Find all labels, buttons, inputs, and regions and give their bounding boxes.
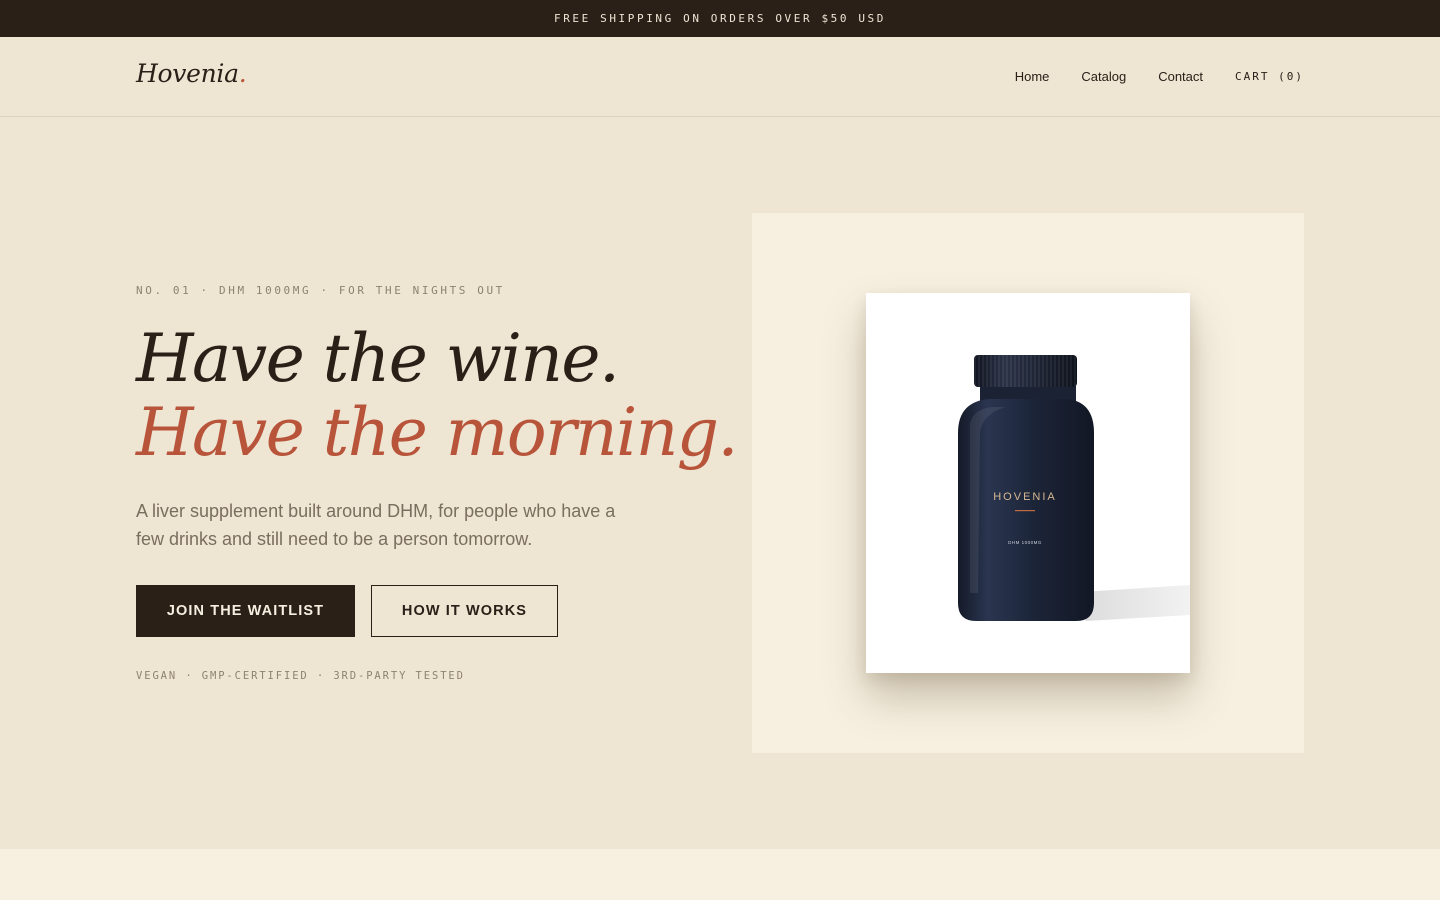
supplement-bottle-illustration: HOVENIA DHM 1000MG xyxy=(958,355,1190,621)
product-image-panel: HOVENIA DHM 1000MG xyxy=(752,213,1304,753)
brand-logo[interactable]: Hovenia. xyxy=(136,59,247,88)
how-it-works-button[interactable]: HOW IT WORKS xyxy=(371,585,558,637)
logo-dot: . xyxy=(238,59,247,88)
product-image: HOVENIA DHM 1000MG xyxy=(866,293,1190,673)
headline-line-1: Have the wine. xyxy=(136,320,620,397)
logo-text: Hovenia xyxy=(136,59,239,88)
hero-eyebrow: NO. 01 · DHM 1000MG · FOR THE NIGHTS OUT xyxy=(136,284,505,297)
announcement-bar: FREE SHIPPING ON ORDERS OVER $50 USD xyxy=(0,0,1440,37)
announcement-text: FREE SHIPPING ON ORDERS OVER $50 USD xyxy=(553,12,886,25)
hero-subcopy: A liver supplement built around DHM, for… xyxy=(136,501,616,549)
headline-line-2: Have the morning. xyxy=(136,394,739,471)
nav-contact-link[interactable]: Contact xyxy=(1158,69,1203,84)
bottle-label-divider xyxy=(1015,510,1035,512)
cap-ridges xyxy=(974,355,1077,387)
main-nav: Home Catalog Contact CART (0) xyxy=(1015,69,1304,84)
join-waitlist-button[interactable]: JOIN THE WAITLIST xyxy=(136,585,355,637)
nav-catalog-link[interactable]: Catalog xyxy=(1081,69,1126,84)
bottle-dose-label: DHM 1000MG xyxy=(1008,540,1042,545)
cart-link[interactable]: CART (0) xyxy=(1235,70,1304,83)
next-section-band xyxy=(0,849,1440,900)
hero-headline: Have the wine. Have the morning. xyxy=(136,320,739,471)
nav-home-link[interactable]: Home xyxy=(1015,69,1050,84)
site-header: Hovenia. Home Catalog Contact CART (0) xyxy=(0,37,1440,117)
trust-badges: VEGAN · GMP-CERTIFIED · 3RD-PARTY TESTED xyxy=(136,670,465,682)
bottle-brand-label: HOVENIA xyxy=(993,491,1057,503)
